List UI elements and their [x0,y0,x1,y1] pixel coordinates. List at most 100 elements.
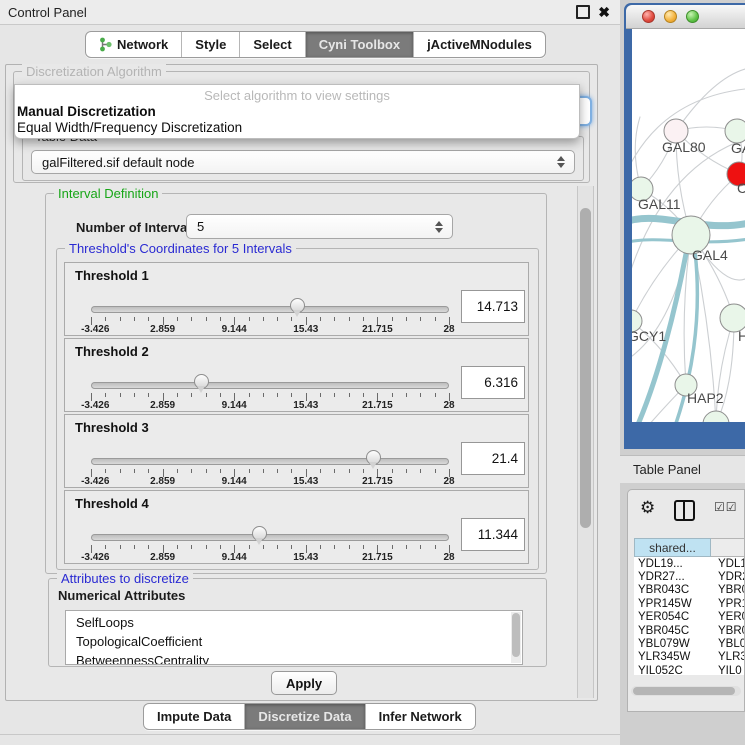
table-row[interactable]: YIL052CYIL0 [634,664,745,675]
app-root: Control Panel ✖ Network Style Select Cyn… [0,0,745,745]
tab-cyni-toolbox[interactable]: Cyni Toolbox [306,32,414,57]
network-edge [716,318,734,422]
cell-shared-name[interactable]: YER054C [634,611,711,623]
attribute-list-item[interactable]: TopologicalCoefficient [76,632,522,651]
threshold-value-field[interactable]: 6.316 [461,366,525,399]
slider-track[interactable] [91,306,449,313]
cell-name[interactable]: YDL1 [711,558,745,570]
network-canvas[interactable]: GAL80GACGAL11GAL4GCY1HHAP2 [632,29,745,422]
threshold-value-field[interactable]: 14.713 [461,290,525,323]
apply-button[interactable]: Apply [271,671,337,695]
node-label: GAL11 [638,196,681,212]
table-row[interactable]: YER054CYER0 [634,611,745,624]
cell-name[interactable]: YBL0 [711,638,745,650]
close-window-icon[interactable] [642,10,655,23]
top-tab-bar: Network Style Select Cyni Toolbox jActiv… [85,31,546,58]
zoom-window-icon[interactable] [686,10,699,23]
node-label: GA [731,140,745,156]
bottom-tab-bar: Impute Data Discretize Data Infer Networ… [143,703,476,730]
cell-shared-name[interactable]: YBR045C [634,625,711,637]
tab-jactivemnodules[interactable]: jActiveMNodules [414,32,545,57]
tab-infer-network[interactable]: Infer Network [366,704,475,729]
tab-select[interactable]: Select [240,32,305,57]
slider-track[interactable] [91,458,449,465]
combo-stepper-icon[interactable] [557,156,565,168]
slider-thumb[interactable] [252,526,267,541]
attribute-list-item[interactable]: SelfLoops [76,613,522,632]
table-row[interactable]: YDR27...YDR2 [634,570,745,583]
cell-name[interactable]: YIL0 [711,665,745,675]
cell-shared-name[interactable]: YDL19... [634,558,711,570]
menu-item-manual-discretization[interactable]: Manual Discretization [17,104,156,119]
scrollbar-thumb[interactable] [633,687,735,695]
cell-name[interactable]: YDR2 [711,571,745,583]
network-window-titlebar[interactable] [626,5,745,29]
scrollbar-thumb[interactable] [580,208,591,528]
cell-name[interactable]: YBR0 [711,584,745,596]
table-data-combobox[interactable]: galFiltered.sif default node [31,150,575,174]
column-header-name[interactable]: na [711,538,745,557]
cell-name[interactable]: YBR0 [711,625,745,637]
threshold-panel-2: Threshold 2-3.4262.8599.14415.4321.71528… [64,338,529,412]
network-edge [716,318,734,422]
panel-vertical-scrollbar[interactable] [577,186,594,698]
thresholds-group: Threshold's Coordinates for 5 Intervals … [56,248,539,570]
network-icon [99,37,112,52]
tab-discretize-data[interactable]: Discretize Data [245,704,365,729]
tab-network[interactable]: Network [86,32,182,57]
control-panel-titlebar: Control Panel ✖ [0,0,620,25]
threshold-panel-4: Threshold 4-3.4262.8599.14415.4321.71528… [64,490,529,564]
numerical-attributes-label: Numerical Attributes [58,588,185,603]
slider-track[interactable] [91,534,449,541]
table-row[interactable]: YLR345WYLR3 [634,651,745,664]
node-label: H [738,328,745,344]
cell-shared-name[interactable]: YLR345W [634,651,711,663]
interval-definition-group: Interval Definition Number of Intervals … [45,193,547,574]
table-panel-titlebar: Table Panel [620,455,745,484]
tab-impute-data[interactable]: Impute Data [144,704,245,729]
divider [0,734,620,735]
list-scrollbar[interactable] [511,612,521,663]
slider-track[interactable] [91,382,449,389]
node-label: GAL80 [662,139,706,155]
cell-shared-name[interactable]: YBL079W [634,638,711,650]
numerical-attributes-list[interactable]: SelfLoopsTopologicalCoefficientBetweenne… [65,610,523,665]
intervals-stepper-icon[interactable] [435,221,443,233]
column-header-shared-name[interactable]: shared... [634,538,711,557]
tab-style[interactable]: Style [182,32,240,57]
attributes-group-title: Attributes to discretize [57,571,193,586]
node-label: HAP2 [687,390,724,406]
network-node[interactable] [703,411,729,422]
network-view-window: GAL80GACGAL11GAL4GCY1HHAP2 [624,3,745,449]
table-row[interactable]: YBL079WYBL0 [634,637,745,650]
cell-shared-name[interactable]: YBR043C [634,584,711,596]
table-row[interactable]: YBR045CYBR0 [634,624,745,637]
threshold-label: Threshold 1 [75,268,149,283]
float-panel-icon[interactable] [576,5,590,19]
threshold-value-field[interactable]: 11.344 [461,518,525,551]
table-row[interactable]: YBR043CYBR0 [634,584,745,597]
checkboxes-icon[interactable]: ☑☑ [714,500,738,514]
node-table: shared... na YDL19...YDL1YDR27...YDR2YBR… [634,538,745,675]
table-row[interactable]: YDL19...YDL1 [634,557,745,570]
attribute-list-item[interactable]: BetweennessCentrality [76,651,522,665]
number-of-intervals-label: Number of Intervals [76,220,198,235]
table-row[interactable]: YPR145WYPR1 [634,597,745,610]
threshold-value-field[interactable]: 21.4 [461,442,525,475]
node-label: GAL4 [692,247,728,263]
cell-shared-name[interactable]: YIL052C [634,665,711,675]
cell-shared-name[interactable]: YDR27... [634,571,711,583]
cell-name[interactable]: YLR3 [711,651,745,663]
cell-name[interactable]: YER0 [711,611,745,623]
menu-item-equal-width-discretization[interactable]: Equal Width/Frequency Discretization [17,120,242,135]
panel-title: Control Panel [8,5,87,20]
close-panel-icon[interactable]: ✖ [598,6,610,18]
table-horizontal-scrollbar[interactable] [631,686,741,696]
cell-shared-name[interactable]: YPR145W [634,598,711,610]
slider-tick-labels: -3.4262.8599.14415.4321.71528 [91,552,449,564]
number-of-intervals-combobox[interactable]: 5 [186,214,453,239]
gear-icon[interactable]: ⚙ [640,498,655,518]
columns-icon[interactable] [674,500,695,521]
cell-name[interactable]: YPR1 [711,598,745,610]
minimize-window-icon[interactable] [664,10,677,23]
